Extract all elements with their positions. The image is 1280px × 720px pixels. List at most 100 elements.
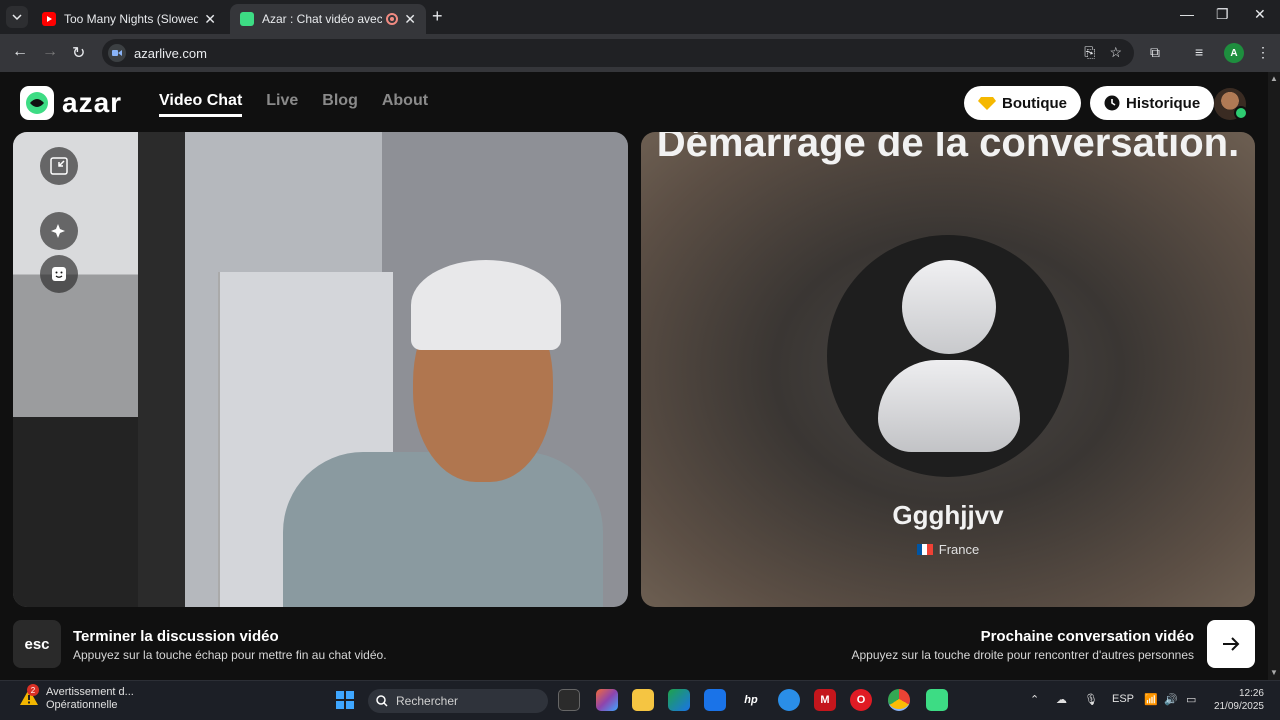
scroll-down-icon[interactable]: ▼	[1270, 668, 1278, 677]
warning-icon: 2	[18, 684, 40, 708]
boutique-label: Boutique	[1002, 94, 1067, 112]
url-text: azarlive.com	[134, 45, 207, 61]
close-window-icon[interactable]: ✕	[1254, 6, 1266, 23]
widget-subtitle: Opérationnelle	[46, 699, 118, 711]
next-chat-hint: Appuyez sur la touche droite pour rencon…	[851, 648, 1195, 662]
azar-logo[interactable]: azar	[20, 86, 122, 120]
online-badge	[1234, 106, 1248, 120]
person-icon-body	[878, 360, 1020, 452]
recording-icon	[386, 13, 399, 25]
azar-app-icon[interactable]	[926, 689, 948, 711]
person-icon-head	[902, 260, 996, 354]
tab-search-button[interactable]	[6, 6, 28, 28]
end-chat-title: Terminer la discussion vidéo	[73, 628, 279, 645]
widget-title: Avertissement d...	[46, 686, 134, 698]
onedrive-icon[interactable]: ☁	[1056, 693, 1067, 706]
taskbar-search[interactable]: Rechercher	[368, 689, 548, 713]
youtube-icon	[42, 12, 56, 26]
tab-title: Azar : Chat vidéo avec de n	[262, 12, 383, 26]
boutique-button[interactable]: Boutique	[964, 86, 1081, 120]
system-clock[interactable]: 12:26 21/09/2025	[1212, 687, 1264, 713]
search-placeholder: Rechercher	[396, 694, 459, 708]
sparkle-icon	[51, 224, 65, 238]
page-scrollbar[interactable]: ▲ ▼	[1268, 72, 1280, 680]
install-app-icon[interactable]: ⎘	[1084, 44, 1095, 61]
next-chat-button[interactable]	[1207, 620, 1255, 668]
mcafee-icon[interactable]: M	[814, 689, 836, 711]
copilot-icon[interactable]	[596, 689, 618, 711]
country-label: France	[938, 542, 980, 557]
azar-icon	[240, 12, 254, 26]
site-info-icon[interactable]	[108, 44, 126, 62]
browser-toolbar: ← → ↻ azarlive.com ⎘ ☆ ⧉ ≡ A ⋮	[0, 34, 1280, 72]
file-explorer-icon[interactable]	[632, 689, 654, 711]
end-chat-esc-button[interactable]: esc	[13, 620, 61, 668]
tab-azar[interactable]: Azar : Chat vidéo avec de n ✕	[230, 4, 426, 34]
remote-video-panel: Démarrage de la conversation. Ggghjjvv F…	[641, 132, 1255, 607]
arrow-right-icon	[1223, 637, 1240, 651]
windows-start-icon[interactable]	[336, 691, 354, 709]
connection-status-title: Démarrage de la conversation.	[656, 132, 1240, 165]
effects-button[interactable]	[40, 212, 78, 250]
opera-icon[interactable]: O	[850, 689, 872, 711]
skype-icon[interactable]	[778, 689, 800, 711]
store-icon[interactable]	[704, 689, 726, 711]
france-flag-icon	[916, 544, 933, 555]
remote-user-country: France	[641, 542, 1255, 557]
close-tab-icon[interactable]: ✕	[404, 11, 416, 28]
profile-avatar[interactable]: A	[1224, 43, 1244, 63]
collapse-icon	[50, 157, 68, 175]
main-nav: Video Chat Live Blog About	[159, 92, 428, 117]
local-video	[13, 132, 628, 607]
bookmark-star-icon[interactable]: ☆	[1109, 44, 1122, 61]
maximize-icon[interactable]: ❐	[1216, 6, 1229, 23]
minimize-icon[interactable]: —	[1180, 6, 1194, 22]
reload-icon[interactable]: ↻	[72, 43, 85, 63]
clock-date: 21/09/2025	[1213, 701, 1264, 712]
nav-about[interactable]: About	[382, 92, 428, 117]
azar-logo-icon	[20, 86, 54, 120]
forward-icon[interactable]: →	[42, 43, 58, 61]
hp-icon[interactable]: hp	[740, 689, 762, 711]
notification-badge: 2	[27, 684, 39, 696]
microphone-icon[interactable]: 🎙	[1084, 693, 1098, 706]
nav-video-chat[interactable]: Video Chat	[159, 92, 243, 117]
volume-icon[interactable]: 🔊	[1164, 693, 1178, 706]
tab-title: Too Many Nights (Slowed + Re	[64, 12, 199, 26]
sticker-button[interactable]	[40, 255, 78, 293]
next-chat-title: Prochaine conversation vidéo	[980, 628, 1194, 645]
show-hidden-icons[interactable]: ⌃	[1030, 693, 1039, 706]
clock-time: 12:26	[1238, 688, 1264, 699]
browser-tab-bar: Too Many Nights (Slowed + Re ✕ Azar : Ch…	[0, 0, 1280, 34]
weather-widget[interactable]: 2 Avertissement d... Opérationnelle	[18, 684, 134, 712]
historique-button[interactable]: Historique	[1090, 86, 1215, 120]
tab-youtube[interactable]: Too Many Nights (Slowed + Re ✕	[32, 4, 226, 34]
smiley-icon	[52, 267, 66, 281]
video-background-wardrobe	[13, 132, 138, 607]
menu-kebab-icon[interactable]: ⋮	[1256, 44, 1270, 61]
clock-icon	[1104, 95, 1120, 111]
task-view-icon[interactable]	[558, 689, 580, 711]
extensions-icon[interactable]: ⧉	[1150, 44, 1160, 61]
minimize-video-button[interactable]	[40, 147, 78, 185]
diamond-icon	[978, 97, 996, 110]
historique-label: Historique	[1126, 94, 1201, 112]
nav-live[interactable]: Live	[266, 92, 298, 117]
wifi-icon[interactable]: 📶	[1144, 693, 1158, 706]
chrome-icon[interactable]	[888, 689, 910, 711]
end-chat-hint: Appuyez sur la touche échap pour mettre …	[73, 648, 387, 662]
back-icon[interactable]: ←	[12, 43, 28, 61]
battery-icon[interactable]: ▭	[1186, 693, 1196, 706]
edge-icon[interactable]	[668, 689, 690, 711]
nav-blog[interactable]: Blog	[322, 92, 358, 117]
new-tab-icon[interactable]: +	[432, 6, 443, 27]
windows-taskbar: 2 Avertissement d... Opérationnelle Rech…	[0, 680, 1280, 720]
media-control-icon[interactable]: ≡	[1195, 44, 1203, 60]
azar-page: azar Video Chat Live Blog About Boutique…	[0, 72, 1268, 680]
language-indicator[interactable]: ESP	[1112, 693, 1134, 705]
logo-text: azar	[62, 87, 123, 118]
local-user-video-figure	[243, 252, 623, 607]
close-tab-icon[interactable]: ✕	[204, 11, 216, 28]
address-bar[interactable]: azarlive.com ⎘ ☆	[102, 39, 1134, 67]
scroll-up-icon[interactable]: ▲	[1270, 74, 1278, 83]
